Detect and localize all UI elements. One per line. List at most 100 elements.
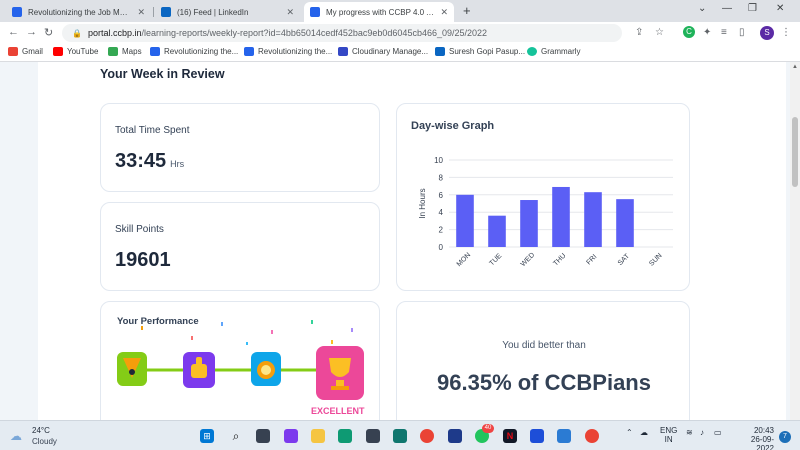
medal-badge-icon [251,352,281,386]
search-icon[interactable]: ⌕ [229,429,243,443]
back-button[interactable]: ← [8,26,19,38]
profile-avatar[interactable]: S [760,26,774,40]
cloudinary-icon [338,47,348,56]
chrome-active-icon[interactable] [585,429,599,443]
reading-list-icon[interactable]: ≡ [721,27,727,38]
bookmark-revolutionizing-1[interactable]: Revolutionizing the... [150,47,238,56]
tab-search-icon[interactable]: ⌄ [698,3,706,14]
bookmark-cloudinary[interactable]: Cloudinary Manage... [338,47,428,56]
reload-button[interactable]: ↻ [44,26,53,39]
bookmark-revolutionizing-2[interactable]: Revolutionizing the... [244,47,332,56]
bookmarks-bar: Gmail YouTube Maps Revolutionizing the..… [0,44,800,62]
close-icon[interactable]: ✕ [137,7,145,18]
bookmark-grammarly[interactable]: Grammarly [527,47,581,56]
weather-temperature[interactable]: 24°C [32,426,50,435]
address-bar[interactable]: 🔒 portal.ccbp.in /learning-reports/weekl… [62,24,622,42]
netflix-icon[interactable]: N [503,429,517,443]
share-icon[interactable]: ⇪ [635,27,643,38]
confetti-decoration [141,320,353,345]
tab-title: Revolutionizing the Job Market | [28,7,132,17]
bar-mon [456,194,474,247]
app-icon[interactable] [448,429,462,443]
bookmark-gmail[interactable]: Gmail [8,47,43,56]
windows-start-icon[interactable]: ⊞ [200,429,214,443]
bar-fri [584,192,602,247]
chrome-icon[interactable] [420,429,434,443]
clock-date: 26-09-2022 [750,435,774,450]
x-tick-label: TUE [489,252,504,267]
minimize-button[interactable]: — [722,3,732,14]
chevron-up-icon[interactable]: ⌃ [626,428,633,437]
bar-thu [552,186,570,247]
skill-points-card: Skill Points 19601 [100,202,380,291]
section-title: Your Week in Review [100,67,225,81]
tab-linkedin[interactable]: (16) Feed | LinkedIn ✕ [155,2,300,22]
y-tick-label: 6 [439,191,444,200]
forward-button[interactable]: → [26,26,37,38]
wifi-icon[interactable]: ≋ [686,428,693,437]
bookmark-maps[interactable]: Maps [108,47,142,56]
store-icon[interactable] [366,429,380,443]
browser-toolbar: ← → ↻ 🔒 portal.ccbp.in /learning-reports… [0,22,800,44]
app-icon[interactable] [393,429,407,443]
skill-points-value: 19601 [115,249,171,271]
app-icon[interactable] [530,429,544,443]
edge-icon[interactable] [338,429,352,443]
restore-button[interactable]: ❐ [748,3,757,14]
menu-icon[interactable]: ⋮ [781,27,791,38]
whatsapp-badge: 40 [482,424,494,433]
tab-revolutionizing[interactable]: Revolutionizing the Job Market | ✕ [6,2,151,22]
comparison-line-2: 96.35% of CCBPians [437,370,651,395]
day-wise-bar-chart: 0 2 4 6 8 10 In Hours MON TUE WED THU FRI SAT SUN [418,156,673,269]
bookmark-youtube[interactable]: YouTube [53,47,98,56]
close-icon[interactable]: ✕ [440,7,448,18]
total-time-value: 33:45 Hrs [115,150,184,173]
new-tab-button[interactable]: + [463,3,471,18]
x-tick-label: WED [520,252,537,269]
bookmark-star-icon[interactable]: ☆ [655,27,664,38]
task-view-icon[interactable] [256,429,270,443]
close-icon[interactable]: ✕ [286,7,294,18]
page-scrollbar[interactable]: ▲ [790,62,800,420]
language-indicator[interactable]: ENG IN [660,426,677,444]
battery-icon[interactable]: ▭ [714,428,722,437]
youtube-icon [53,47,63,56]
teams-chat-icon[interactable] [284,429,298,443]
grammarly-extension-icon[interactable]: C [683,26,695,38]
vscode-icon[interactable] [557,429,571,443]
weather-condition[interactable]: Cloudy [32,437,57,446]
bar-wed [520,200,538,247]
file-explorer-icon[interactable] [311,429,325,443]
tab-separator [153,7,154,17]
volume-icon[interactable]: ♪ [700,428,704,437]
cloud-weather-icon: ☁ [10,429,22,443]
ccbp-favicon-icon [244,47,254,56]
system-clock[interactable]: 20:43 26-09-2022 [738,426,774,450]
notification-badge[interactable]: 7 [779,431,791,443]
url-path: /learning-reports/weekly-report?id=4bb65… [141,28,488,38]
tab-strip: Revolutionizing the Job Market | ✕ (16) … [0,0,800,22]
bookmark-label: Maps [122,47,142,56]
ccbp-favicon-icon [310,7,320,17]
window-close-button[interactable]: ✕ [776,3,784,14]
url-domain: portal.ccbp.in [87,28,142,38]
scroll-up-arrow-icon[interactable]: ▲ [792,64,798,70]
x-tick-label: MON [456,252,473,269]
side-panel-icon[interactable]: ▯ [739,27,745,38]
onedrive-icon[interactable]: ☁ [640,428,648,437]
extensions-icon[interactable]: ✦ [703,27,711,38]
day-wise-graph-card: Day-wise Graph 0 2 4 6 8 10 In Hours MON TUE WED T… [396,103,690,291]
scrollbar-thumb[interactable] [792,117,798,187]
trophy-badge-icon [316,346,364,400]
maps-icon [108,47,118,56]
bookmark-linkedin-profile[interactable]: Suresh Gopi Pasup... [435,47,525,56]
language-code: ENG [660,426,678,435]
x-tick-label: SUN [648,252,663,267]
bookmark-label: Suresh Gopi Pasup... [449,47,526,56]
bookmark-label: YouTube [67,47,99,56]
x-tick-label: THU [552,252,567,267]
tab-ccbp-progress[interactable]: My progress with CCBP 4.0 Acad ✕ [304,2,454,22]
skill-points-label: Skill Points [115,224,164,235]
ccbp-favicon-icon [12,7,22,17]
bookmark-label: Revolutionizing the... [164,47,239,56]
